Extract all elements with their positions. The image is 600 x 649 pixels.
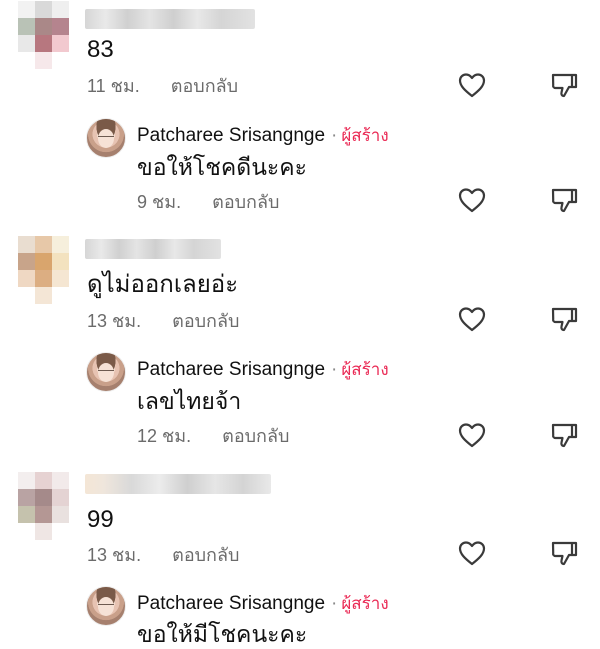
reply-meta: 12 ชม. ตอบกลับ [137,425,289,447]
creator-badge: ผู้สร้าง [341,126,389,145]
comment-text: 83 [87,36,114,63]
comment-text: 99 [87,506,114,533]
reply-author[interactable]: Patcharee Srisangnge [137,359,325,380]
reply-header: Patcharee Srisangnge · ผู้สร้าง [137,358,389,382]
creator-avatar[interactable] [86,352,126,392]
like-button[interactable] [456,537,488,569]
reply-button[interactable]: ตอบกลับ [172,311,239,331]
creator-badge: ผู้สร้าง [341,360,389,379]
commenter-avatar-pixelated[interactable] [18,1,69,69]
dislike-button[interactable] [548,537,580,569]
thumbs-down-icon [551,307,578,332]
reply-time: 12 ชม. [137,426,192,446]
comment-meta: 13 ชม. ตอบกลับ [87,310,239,332]
commenter-name-blurred[interactable] [85,239,221,259]
like-button[interactable] [456,69,488,101]
creator-badge: ผู้สร้าง [341,594,389,613]
reply-meta: 9 ชม. ตอบกลับ [137,191,279,213]
comment-meta: 11 ชม. ตอบกลับ [87,75,238,97]
heart-icon [458,73,486,98]
reply-header: Patcharee Srisangnge · ผู้สร้าง [137,124,389,148]
like-button[interactable] [456,419,488,451]
dislike-button[interactable] [548,184,580,216]
commenter-avatar-pixelated[interactable] [18,236,69,304]
like-button[interactable] [456,184,488,216]
heart-icon [458,423,486,448]
reply-time: 9 ชม. [137,192,182,212]
reply-header: Patcharee Srisangnge · ผู้สร้าง [137,592,389,616]
thumbs-down-icon [551,188,578,213]
separator-dot: · [331,359,338,380]
reply-author[interactable]: Patcharee Srisangnge [137,593,325,614]
comment-time: 13 ชม. [87,311,142,331]
commenter-avatar-pixelated[interactable] [18,472,69,540]
reply-button[interactable]: ตอบกลับ [172,545,239,565]
reply-text: เลขไทยจ้า [137,388,242,414]
thumbs-down-icon [551,423,578,448]
separator-dot: · [331,593,338,614]
comment-time: 11 ชม. [87,76,140,96]
heart-icon [458,541,486,566]
comment-time: 13 ชม. [87,545,142,565]
creator-avatar[interactable] [86,118,126,158]
reply-text: ขอให้มีโชคนะคะ [137,621,308,647]
reply-button[interactable]: ตอบกลับ [212,192,279,212]
dislike-button[interactable] [548,303,580,335]
dislike-button[interactable] [548,419,580,451]
reply-button[interactable]: ตอบกลับ [171,76,238,96]
comment-meta: 13 ชม. ตอบกลับ [87,544,239,566]
creator-avatar[interactable] [86,586,126,626]
commenter-name-blurred[interactable] [85,9,255,29]
comment-text: ดูไม่ออกเลยอ่ะ [87,271,239,298]
separator-dot: · [331,125,338,146]
like-button[interactable] [456,303,488,335]
thumbs-down-icon [551,541,578,566]
heart-icon [458,307,486,332]
reply-author[interactable]: Patcharee Srisangnge [137,125,325,146]
reply-button[interactable]: ตอบกลับ [222,426,289,446]
dislike-button[interactable] [548,69,580,101]
heart-icon [458,188,486,213]
reply-text: ขอให้โชคดีนะคะ [137,154,308,180]
commenter-name-blurred[interactable] [85,474,271,494]
thumbs-down-icon [551,73,578,98]
